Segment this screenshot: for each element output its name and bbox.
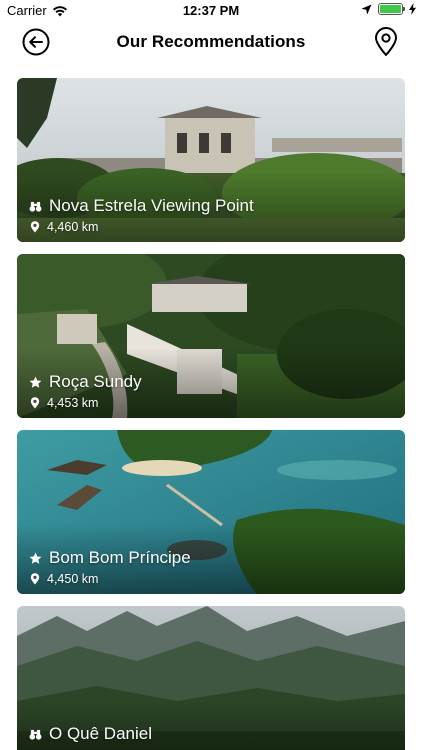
place-distance: 4,453 km	[47, 396, 99, 410]
card-title-row: O Quê Daniel	[29, 724, 152, 744]
status-icons	[361, 3, 416, 15]
recommendation-card[interactable]: Nova Estrela Viewing Point 4,460 km	[17, 78, 405, 242]
place-name: O Quê Daniel	[49, 724, 152, 743]
place-distance: 4,450 km	[47, 572, 99, 586]
binoculars-icon	[29, 729, 42, 740]
binoculars-icon	[29, 201, 42, 212]
card-title-row: Nova Estrela Viewing Point	[29, 196, 254, 216]
card-title-row: Bom Bom Príncipe	[29, 548, 191, 568]
battery-icon	[378, 3, 405, 15]
card-distance-row: 4,450 km	[30, 572, 98, 586]
page-title: Our Recommendations	[116, 32, 306, 51]
location-arrow-icon	[361, 4, 372, 14]
place-name: Nova Estrela Viewing Point	[49, 196, 254, 215]
card-title-row: Roça Sundy	[29, 372, 142, 392]
map-pin-icon	[375, 27, 397, 56]
place-distance: 4,460 km	[47, 220, 99, 234]
map-button[interactable]	[374, 27, 398, 57]
status-bar: Carrier 12:37 PM	[0, 0, 422, 22]
place-name: Roça Sundy	[49, 372, 142, 391]
card-distance-row: 4,460 km	[30, 220, 98, 234]
recommendation-card[interactable]: Bom Bom Príncipe 4,450 km	[17, 430, 405, 594]
location-pin-icon	[30, 397, 40, 409]
recommendation-card[interactable]: Roça Sundy 4,453 km	[17, 254, 405, 418]
card-distance-row: 4,453 km	[30, 396, 98, 410]
star-icon	[29, 376, 42, 388]
location-pin-icon	[30, 221, 40, 233]
place-name: Bom Bom Príncipe	[49, 548, 191, 567]
location-pin-icon	[30, 573, 40, 585]
star-icon	[29, 552, 42, 564]
navigation-header: Our Recommendations	[0, 22, 422, 64]
recommendation-card[interactable]: O Quê Daniel	[17, 606, 405, 750]
clock: 12:37 PM	[182, 3, 240, 18]
charging-bolt-icon	[409, 3, 416, 15]
